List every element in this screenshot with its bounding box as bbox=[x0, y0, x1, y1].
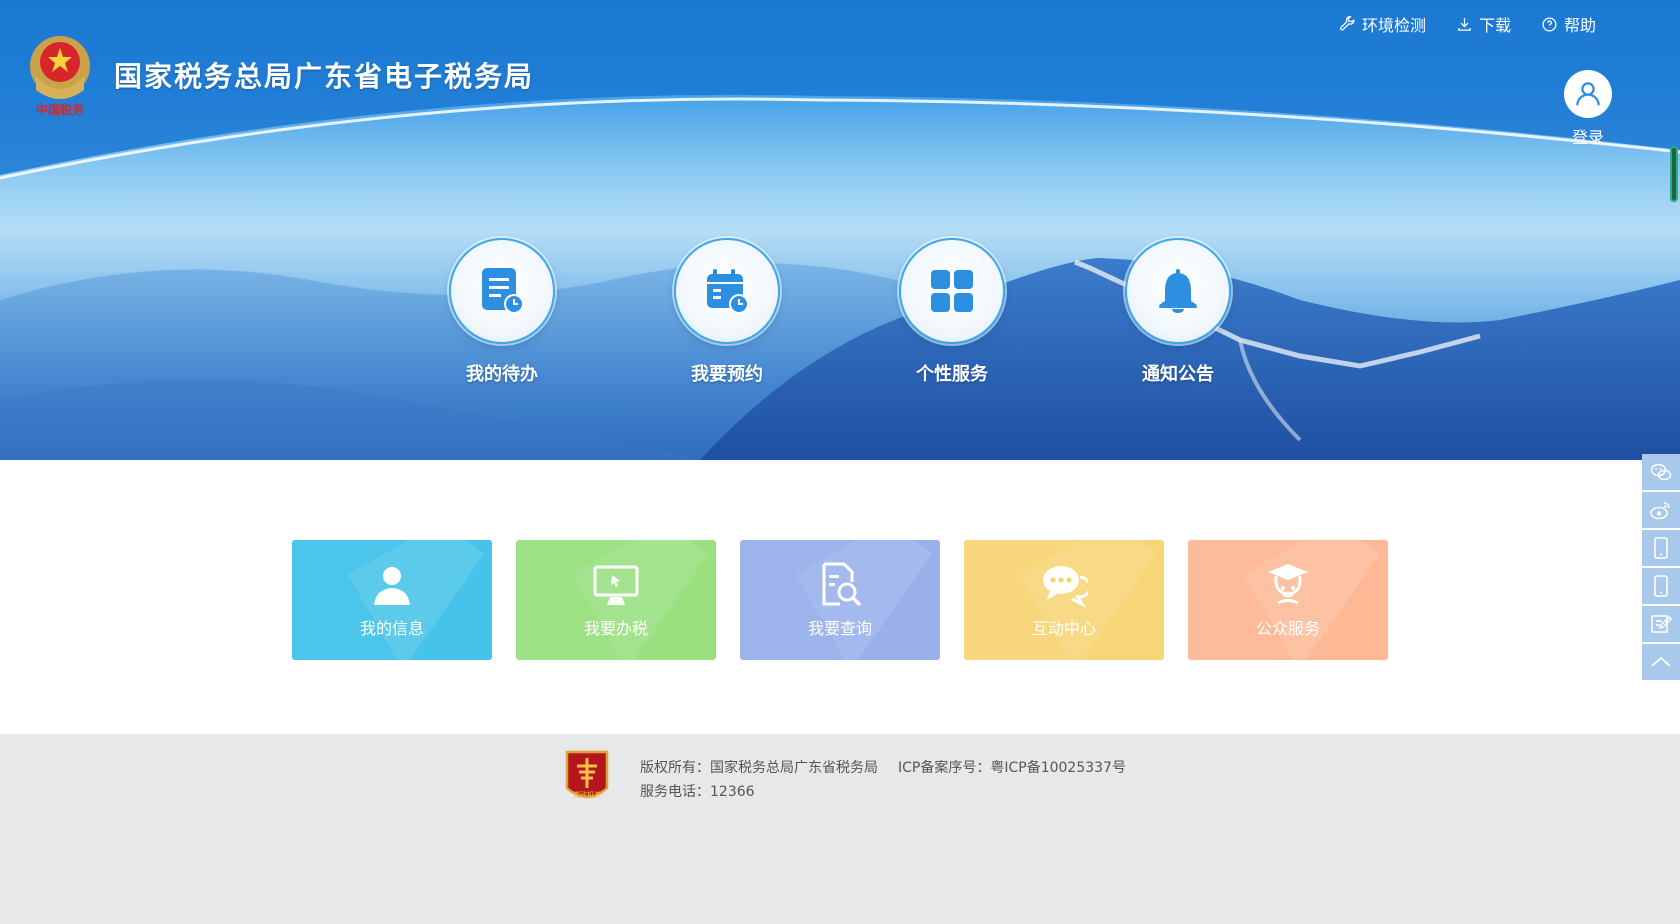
government-badge-icon[interactable]: 党政机关 bbox=[563, 748, 611, 806]
login-button[interactable]: 登录 bbox=[1556, 70, 1620, 148]
footer-icp[interactable]: ICP备案序号：粤ICP备10025337号 bbox=[898, 760, 1126, 776]
badge-text: 党政机关 bbox=[573, 790, 601, 799]
todo-list-icon bbox=[482, 268, 524, 314]
logo-caption: 中国税务 bbox=[36, 102, 85, 117]
quick-entry-label: 我的待办 bbox=[466, 364, 538, 385]
wrench-icon bbox=[1340, 15, 1355, 31]
sidebar-back-to-top[interactable] bbox=[1642, 644, 1680, 680]
quick-entry-ring bbox=[1125, 238, 1231, 344]
scroll-indicator[interactable] bbox=[1670, 146, 1678, 202]
floating-sidebar bbox=[1642, 454, 1680, 682]
weibo-icon bbox=[1650, 502, 1670, 520]
quick-entry-label: 我要预约 bbox=[691, 364, 763, 385]
help-link[interactable]: 帮助 bbox=[1541, 12, 1596, 36]
mobile-icon bbox=[1654, 537, 1668, 559]
grid-icon bbox=[931, 270, 973, 312]
tile-label: 我的信息 bbox=[359, 619, 424, 638]
download-icon bbox=[1458, 17, 1471, 31]
tile-interaction-center[interactable]: 互动中心 bbox=[964, 540, 1164, 660]
download-label: 下载 bbox=[1478, 16, 1511, 35]
graduate-icon bbox=[1268, 564, 1308, 605]
avatar bbox=[1564, 70, 1612, 118]
sidebar-mobile-tax[interactable] bbox=[1642, 568, 1680, 604]
tile-handle-tax[interactable]: 我要办税 bbox=[516, 540, 716, 660]
calendar-clock-icon bbox=[707, 269, 749, 314]
quick-entry-ring bbox=[899, 238, 1005, 344]
user-outline-icon bbox=[1576, 82, 1600, 106]
env-check-label: 环境检测 bbox=[1361, 16, 1426, 35]
download-link[interactable]: 下载 bbox=[1456, 12, 1511, 36]
quick-entry-appointment[interactable]: 我要预约 bbox=[657, 238, 797, 386]
sidebar-wechat[interactable] bbox=[1642, 454, 1680, 490]
back-to-top-icon bbox=[1651, 656, 1671, 667]
wechat-icon bbox=[1650, 463, 1672, 481]
quick-entry-notice[interactable]: 通知公告 bbox=[1108, 238, 1248, 386]
quick-entry-ring bbox=[449, 238, 555, 344]
monitor-icon bbox=[593, 565, 639, 605]
tile-label: 互动中心 bbox=[1031, 619, 1096, 638]
bell-icon bbox=[1159, 269, 1197, 313]
help-icon bbox=[1542, 16, 1557, 32]
user-icon bbox=[374, 567, 410, 605]
login-label: 登录 bbox=[1571, 128, 1604, 147]
tile-my-info[interactable]: 我的信息 bbox=[292, 540, 492, 660]
sidebar-mobile-app[interactable] bbox=[1642, 530, 1680, 566]
tax-emblem-logo: 中国税务 bbox=[30, 36, 90, 117]
quick-entry-label: 个性服务 bbox=[916, 364, 988, 385]
mobile-icon bbox=[1654, 575, 1668, 597]
header-banner: 中国税务 国家税务总局广东省电子税务局 环境检测 下载 帮助 登录 我的待办 我… bbox=[0, 0, 1680, 460]
footer-text: 版权所有：国家税务总局广东省税务局 ICP备案序号：粤ICP备10025337号 … bbox=[640, 756, 1126, 804]
sidebar-feedback[interactable] bbox=[1642, 606, 1680, 642]
footer: 党政机关 版权所有：国家税务总局广东省税务局 ICP备案序号：粤ICP备10025… bbox=[0, 734, 1680, 924]
tile-label: 公众服务 bbox=[1255, 619, 1320, 638]
chat-icon bbox=[1043, 566, 1088, 608]
quick-entry-todo[interactable]: 我的待办 bbox=[432, 238, 572, 386]
footer-phone: 服务电话：12366 bbox=[640, 784, 755, 800]
tile-label: 我要办税 bbox=[583, 619, 648, 638]
service-tiles: 我的信息 我要办税 我要查询 互动中心 公众服务 bbox=[292, 540, 1388, 660]
quick-entry-ring bbox=[674, 238, 780, 344]
help-label: 帮助 bbox=[1563, 16, 1596, 35]
footer-copyright: 版权所有：国家税务总局广东省税务局 bbox=[640, 760, 878, 776]
tile-label: 我要查询 bbox=[807, 619, 872, 638]
sidebar-weibo[interactable] bbox=[1642, 492, 1680, 528]
quick-entry-label: 通知公告 bbox=[1142, 364, 1214, 385]
edit-icon bbox=[1651, 615, 1672, 633]
site-title: 国家税务总局广东省电子税务局 bbox=[114, 60, 535, 93]
tile-public-service[interactable]: 公众服务 bbox=[1188, 540, 1388, 660]
document-search-icon bbox=[822, 562, 862, 607]
quick-entry-personal-service[interactable]: 个性服务 bbox=[882, 238, 1022, 386]
top-links: 环境检测 下载 帮助 bbox=[1339, 12, 1596, 36]
env-check-link[interactable]: 环境检测 bbox=[1339, 12, 1426, 36]
tile-query[interactable]: 我要查询 bbox=[740, 540, 940, 660]
